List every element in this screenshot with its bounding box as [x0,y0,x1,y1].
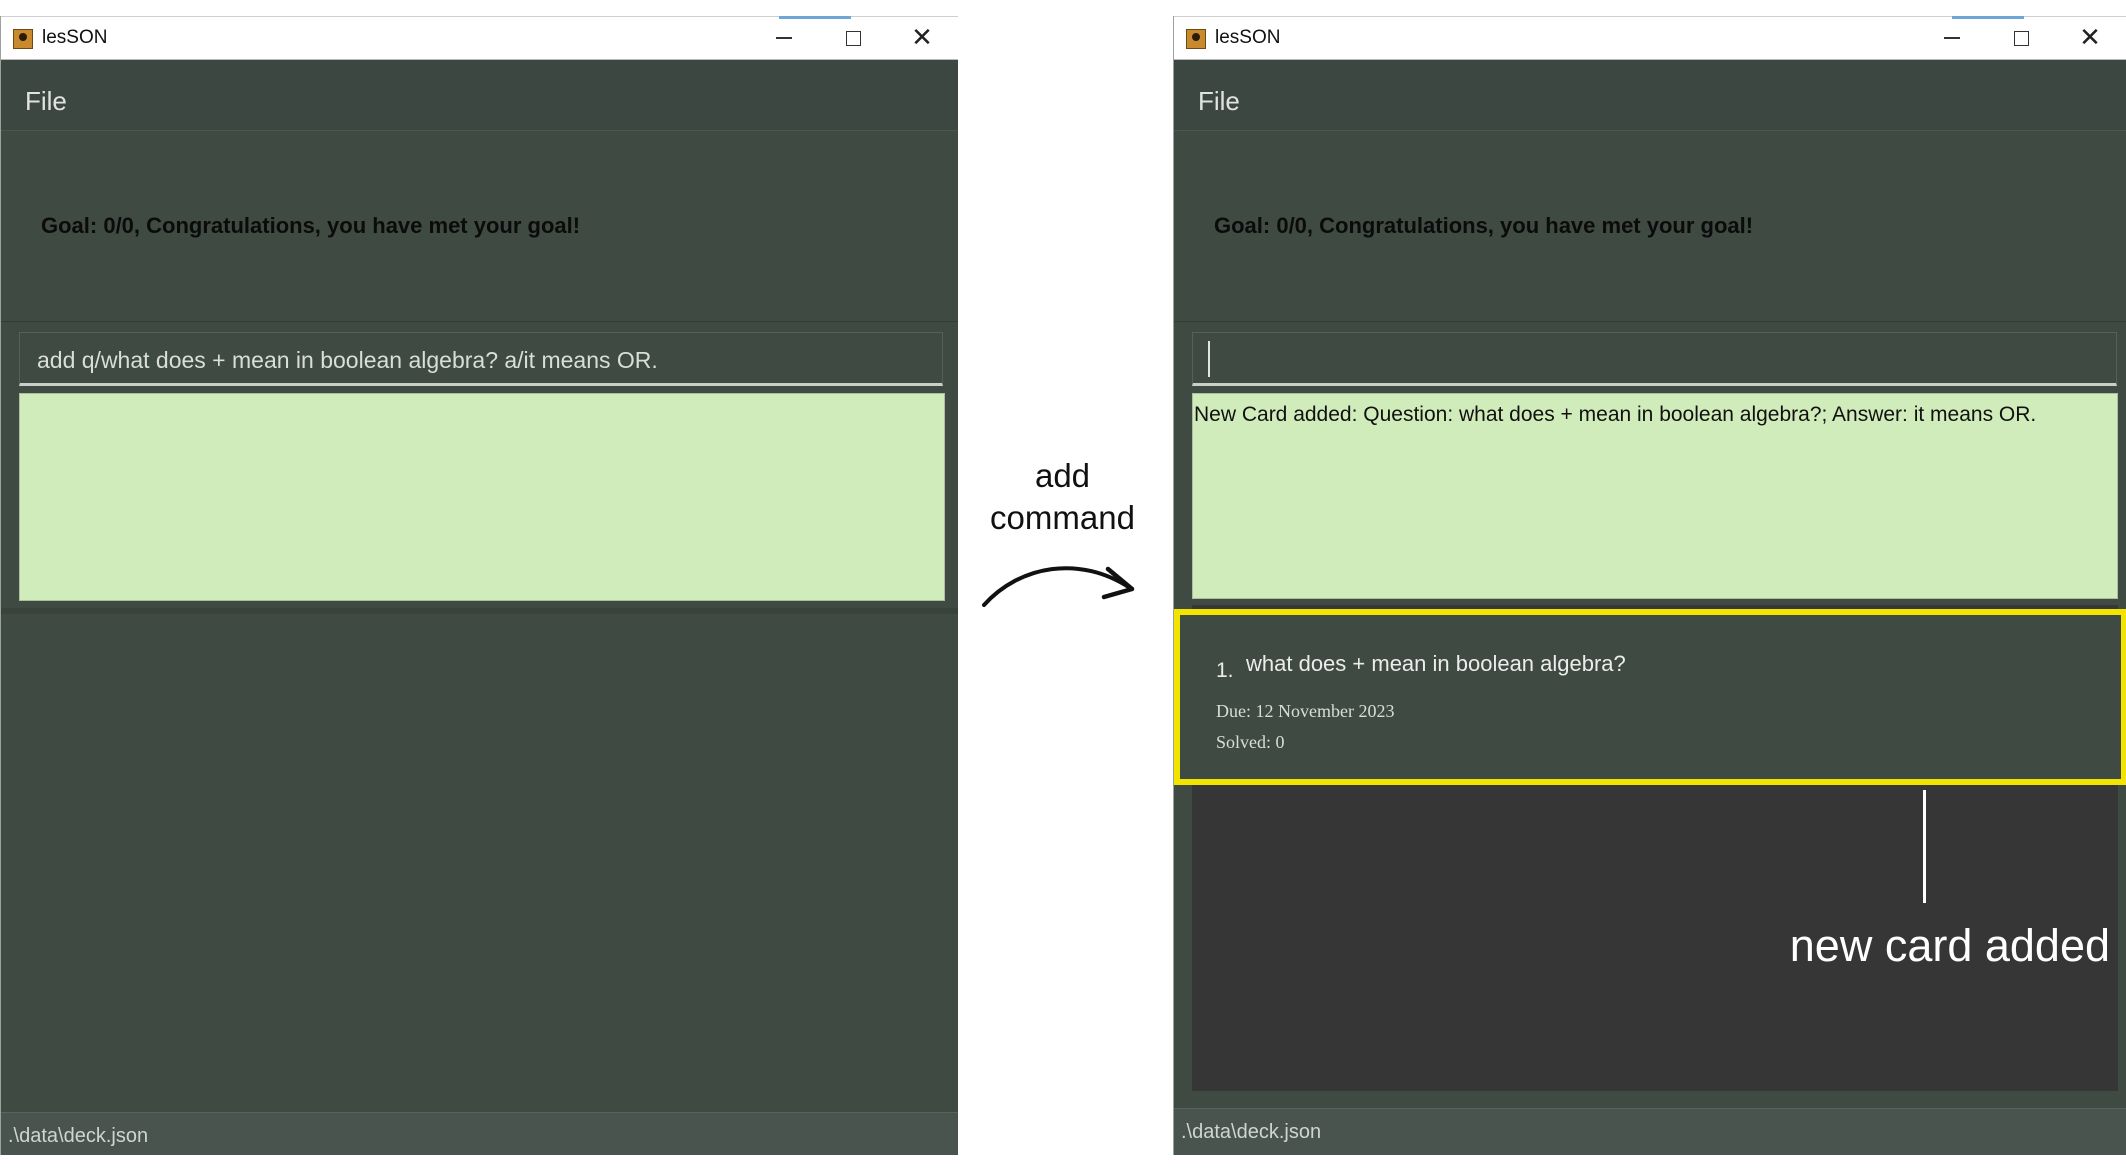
result-text: New Card added: Question: what does + me… [1194,403,2037,426]
maximize-button[interactable] [835,21,871,55]
title-bar-accent [779,16,851,19]
status-bar: .\data\deck.json [1174,1108,2126,1155]
goal-text: Goal: 0/0, Congratulations, you have met… [41,213,581,238]
goal-panel: Goal: 0/0, Congratulations, you have met… [1,131,958,322]
window-title: lesSON [1215,27,1281,48]
goal-panel: Goal: 0/0, Congratulations, you have met… [1174,131,2126,322]
result-display [19,393,945,601]
menu-file[interactable]: File [25,86,67,117]
status-file-path: .\data\deck.json [8,1125,149,1147]
arrow-icon [982,566,1135,607]
card-list-item[interactable]: 1. what does + mean in boolean algebra? … [1174,609,2126,785]
maximize-icon [845,30,861,46]
menu-file[interactable]: File [1198,86,1240,117]
card-solved-count: Solved: 0 [1216,732,1285,752]
command-input-value: add q/what does + mean in boolean algebr… [37,347,658,373]
new-card-callout: new card added [1789,920,2110,971]
card-due-date: Due: 12 November 2023 [1216,701,1395,721]
menu-bar: File [1174,60,2126,131]
close-button[interactable]: ✕ [904,21,940,55]
callout-pointer-line [1923,790,1926,903]
maximize-icon [2013,30,2029,46]
card-question: what does + mean in boolean algebra? [1246,651,1626,676]
title-bar: lesSON ✕ [1,16,958,60]
result-display: New Card added: Question: what does + me… [1192,393,2118,599]
close-icon: ✕ [2079,23,2101,53]
card-index: 1. [1216,659,1234,682]
card-list-panel [1,608,958,1116]
app-icon [13,29,33,49]
command-input[interactable] [1192,332,2117,386]
status-bar: .\data\deck.json [1,1112,958,1155]
maximize-button[interactable] [2003,21,2039,55]
window-title: lesSON [42,27,108,48]
app-window-after: lesSON ✕ File Goal: 0/0, Congratulations… [1173,16,2126,1155]
app-window-before: lesSON ✕ File Goal: 0/0, Congratulations… [0,16,958,1155]
command-input[interactable]: add q/what does + mean in boolean algebr… [19,332,943,386]
app-icon [1186,29,1206,49]
minimize-button[interactable] [1934,21,1970,55]
minimize-icon [776,37,792,39]
minimize-icon [1944,37,1960,39]
menu-bar: File [1,60,958,131]
goal-text: Goal: 0/0, Congratulations, you have met… [1214,213,1754,238]
minimize-button[interactable] [766,21,802,55]
close-icon: ✕ [911,23,933,53]
close-button[interactable]: ✕ [2072,21,2108,55]
title-bar-accent [1952,16,2024,19]
status-file-path: .\data\deck.json [1181,1121,1322,1143]
text-caret [1208,341,1210,377]
title-bar: lesSON ✕ [1174,16,2126,60]
add-command-label: add command [990,457,1135,536]
